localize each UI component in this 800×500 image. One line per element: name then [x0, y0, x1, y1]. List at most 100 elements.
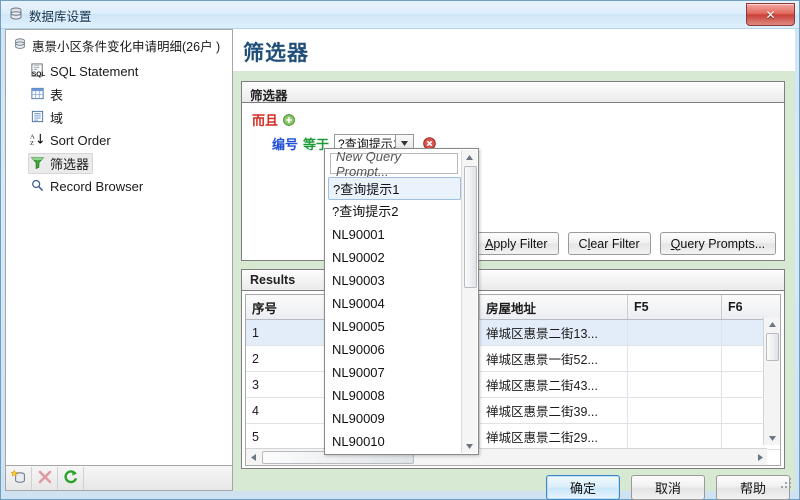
database-icon [13, 37, 27, 54]
funnel-icon [30, 155, 45, 173]
tree-root-node[interactable]: 惠景小区条件变化申请明细(26户 ) [13, 36, 220, 54]
cell-seq: 4 [246, 397, 326, 424]
dropdown-item[interactable]: NL90007 [328, 361, 461, 384]
filter-group-header: 筛选器 [242, 82, 784, 103]
close-icon: ✕ [765, 7, 776, 22]
cell-f5 [627, 345, 722, 372]
dropdown-item[interactable]: NL90001 [328, 223, 461, 246]
cell-seq: 2 [246, 345, 326, 372]
dropdown-item[interactable]: NL90004 [328, 292, 461, 315]
sidebar-item-record-browser[interactable]: Record Browser [28, 176, 147, 197]
column-header-seq[interactable]: 序号 [246, 295, 326, 320]
svg-text:SQL: SQL [32, 71, 45, 78]
dialog-window: 数据库设置 ✕ 惠景小区条件变化申请明细(26户 ) SQL SQL State… [0, 0, 800, 500]
resize-grip[interactable] [779, 476, 793, 490]
dropdown-scrollbar[interactable] [461, 150, 477, 453]
cell-seq: 5 [246, 423, 326, 450]
cell-f5 [627, 371, 722, 398]
dialog-buttons: 确定 取消 帮助 [546, 475, 790, 500]
delete-button[interactable] [32, 466, 58, 490]
dropdown-item[interactable]: NL90009 [328, 407, 461, 430]
clear-filter-button[interactable]: Clear Filter [567, 232, 651, 255]
results-group-box: Results 序号 房屋地址 F5 F6 1 禅城区惠景二街13... 2 禅… [241, 269, 785, 469]
dropdown-item[interactable]: NL90002 [328, 246, 461, 269]
sidebar-item-tables[interactable]: 表 [28, 84, 67, 105]
cell-address: 禅城区惠景二街39... [479, 397, 628, 424]
scroll-thumb[interactable] [766, 333, 779, 361]
refresh-button[interactable] [58, 466, 84, 490]
refresh-icon [63, 469, 79, 488]
filter-conjunction-row: 而且 [252, 110, 295, 129]
dropdown-item[interactable]: NL90010 [328, 430, 461, 453]
dropdown-item[interactable]: NL90005 [328, 315, 461, 338]
sort-az-icon: A Z [30, 132, 45, 150]
dropdown-item[interactable]: ?查询提示2 [328, 200, 461, 223]
scroll-down-icon[interactable] [462, 439, 477, 453]
tree-toolbar [5, 466, 233, 491]
sidebar-item-label: 筛选器 [50, 157, 90, 172]
cell-address: 禅城区惠景二街29... [479, 423, 628, 450]
title-bar: 数据库设置 ✕ [1, 1, 799, 29]
grid-vertical-scrollbar[interactable] [763, 317, 780, 445]
navigation-tree: 惠景小区条件变化申请明细(26户 ) SQL SQL Statement 表 域… [5, 29, 233, 466]
page-header: 筛选器 [233, 29, 795, 72]
conjunction-label: 而且 [252, 113, 279, 128]
scroll-down-icon[interactable] [764, 431, 780, 445]
sidebar-item-sort-order[interactable]: A Z Sort Order [28, 130, 115, 151]
page-body: 筛选器 而且 编号 等于 ?查询提示1 Apply Filter Clear F… [233, 71, 795, 500]
ok-button[interactable]: 确定 [546, 475, 620, 500]
cancel-button[interactable]: 取消 [631, 475, 705, 500]
sidebar-item-label: Sort Order [50, 133, 111, 148]
delete-icon [37, 469, 53, 488]
cell-f5 [627, 397, 722, 424]
table-icon [30, 86, 45, 104]
plus-circle-icon[interactable] [283, 113, 295, 126]
dropdown-list[interactable]: ?查询提示1 ?查询提示2 NL90001 NL90002 NL90003 NL… [328, 177, 461, 453]
cell-seq: 3 [246, 371, 326, 398]
scroll-thumb[interactable] [464, 166, 477, 288]
query-prompts-button[interactable]: Query Prompts... [659, 232, 777, 255]
content-pane: 筛选器 筛选器 而且 编号 等于 ?查询提示1 Apply Filter Cle… [233, 29, 795, 500]
filter-group-title: 筛选器 [250, 89, 288, 103]
scroll-up-icon[interactable] [462, 150, 477, 164]
dropdown-item[interactable]: NL90006 [328, 338, 461, 361]
sidebar-item-label: Record Browser [50, 179, 144, 194]
column-header-f6[interactable]: F6 [721, 295, 780, 320]
magnifier-icon [30, 178, 45, 196]
close-button[interactable]: ✕ [746, 3, 795, 26]
cell-address: 禅城区惠景一街52... [479, 345, 628, 372]
sidebar-item-label: SQL Statement [50, 64, 139, 79]
dropdown-item[interactable]: NL90008 [328, 384, 461, 407]
new-database-icon [10, 468, 27, 488]
sidebar-item-fields[interactable]: 域 [28, 107, 67, 128]
cell-seq: 1 [246, 319, 326, 346]
sidebar-item-filter[interactable]: 筛选器 [28, 153, 94, 174]
column-header-address[interactable]: 房屋地址 [479, 295, 628, 320]
page-title: 筛选器 [243, 42, 309, 65]
scroll-up-icon[interactable] [764, 317, 780, 331]
scroll-left-icon[interactable] [246, 449, 260, 465]
query-prompt-dropdown[interactable]: New Query Prompt... ?查询提示1 ?查询提示2 NL9000… [324, 148, 479, 455]
scroll-right-icon[interactable] [753, 449, 767, 465]
dropdown-item[interactable]: ?查询提示1 [328, 177, 461, 200]
filter-action-buttons: Apply Filter Clear Filter Query Prompts.… [474, 232, 777, 255]
dropdown-item[interactable]: NL90003 [328, 269, 461, 292]
new-query-prompt-item[interactable]: New Query Prompt... [330, 149, 458, 179]
sql-icon: SQL [30, 62, 45, 81]
cell-f5 [627, 423, 722, 450]
sidebar-item-sql-statement[interactable]: SQL SQL Statement [28, 61, 142, 82]
new-database-button[interactable] [6, 466, 32, 490]
fields-icon [30, 109, 45, 127]
apply-filter-button[interactable]: Apply Filter [474, 232, 559, 255]
svg-text:Z: Z [30, 140, 34, 147]
cell-address: 禅城区惠景二街13... [479, 319, 628, 346]
database-icon [8, 6, 24, 22]
cell-address: 禅城区惠景二街43... [479, 371, 628, 398]
sidebar-item-label: 表 [50, 88, 64, 103]
window-title: 数据库设置 [29, 10, 92, 24]
condition-field-label[interactable]: 编号 [272, 134, 298, 153]
cell-f5 [627, 319, 722, 346]
tree-root-label: 惠景小区条件变化申请明细(26户 ) [32, 39, 221, 54]
column-header-f5[interactable]: F5 [627, 295, 722, 320]
sidebar-item-label: 域 [50, 111, 64, 126]
